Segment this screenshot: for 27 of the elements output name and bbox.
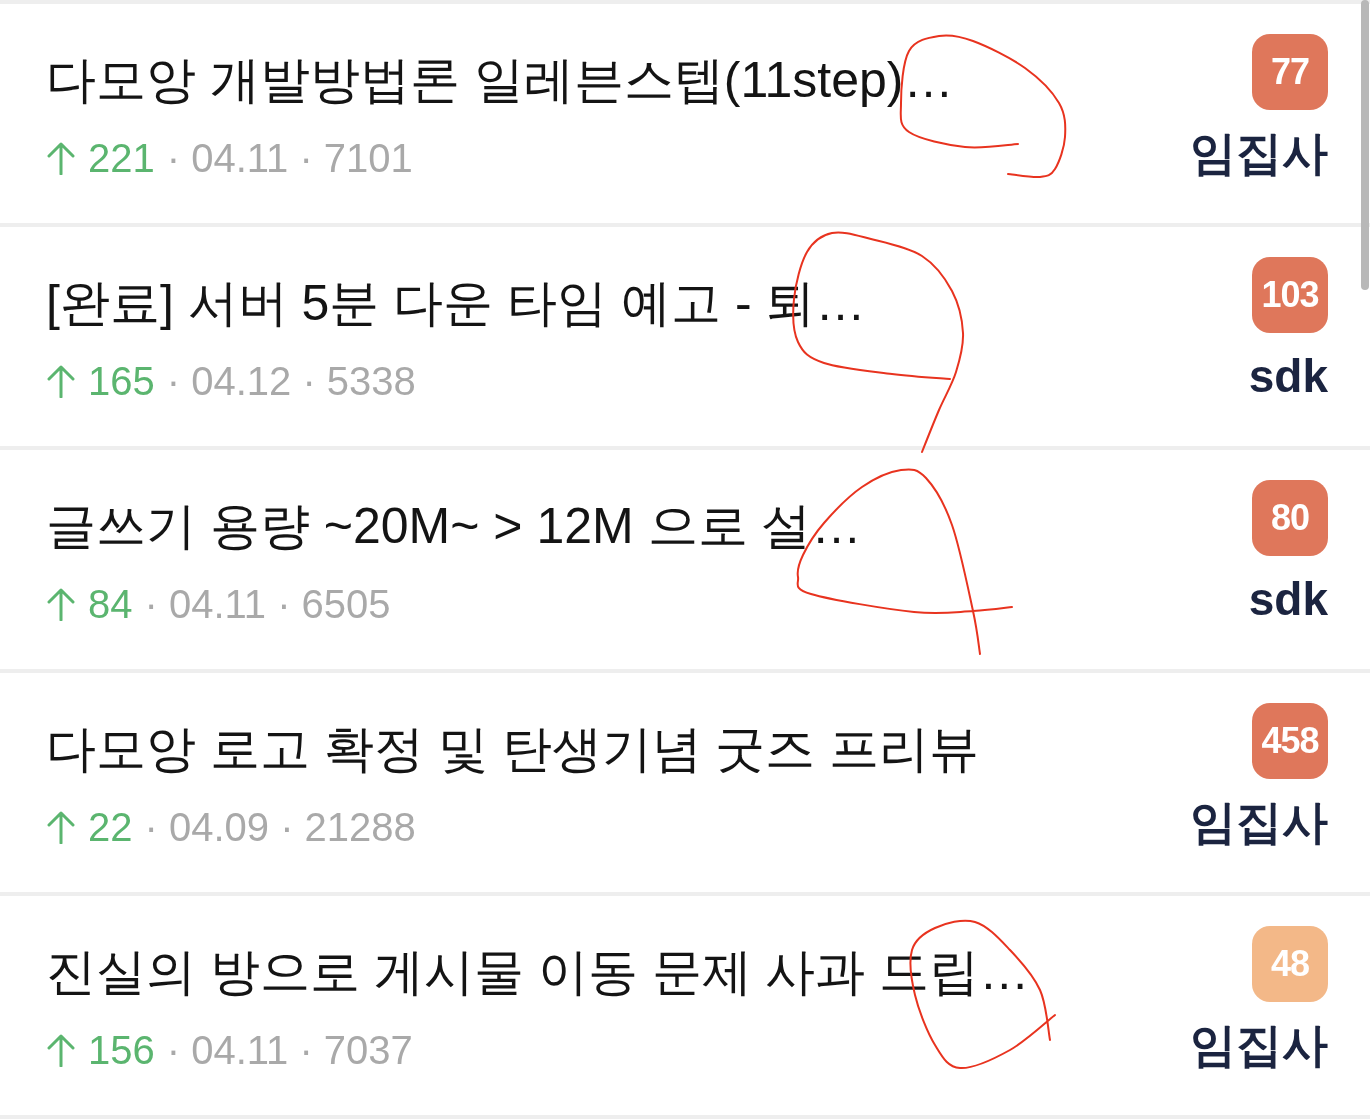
post-meta: · 04.11 · 7101 — [166, 136, 413, 180]
upvote-count: 221 — [88, 136, 155, 180]
up-arrow-icon — [46, 587, 76, 621]
author-name: sdk — [1248, 572, 1328, 626]
up-arrow-icon — [46, 810, 76, 844]
author-name: 임집사 — [1190, 126, 1328, 180]
author-name: 임집사 — [1190, 795, 1328, 849]
comment-count-badge: 80 — [1252, 480, 1328, 556]
post-meta: · 04.09 · 21288 — [144, 805, 416, 849]
up-arrow-icon — [46, 141, 76, 175]
up-arrow-icon — [46, 364, 76, 398]
upvote-count: 22 — [88, 805, 133, 849]
comment-count-badge: 48 — [1252, 926, 1328, 1002]
upvote-count: 84 — [88, 582, 133, 626]
up-arrow-icon — [46, 1033, 76, 1067]
post-title[interactable]: 다모앙 로고 확정 및 탄생기념 굿즈 프리뷰 — [46, 719, 980, 779]
author-name: 임집사 — [1190, 1018, 1328, 1072]
comment-count-badge: 77 — [1252, 34, 1328, 110]
author-name: sdk — [1248, 349, 1328, 403]
scrollbar-thumb[interactable] — [1361, 0, 1369, 290]
post-meta: · 04.12 · 5338 — [166, 359, 416, 403]
post-meta: · 04.11 · 7037 — [166, 1028, 413, 1072]
comment-count-badge: 103 — [1252, 257, 1328, 333]
upvote-count: 165 — [88, 359, 155, 403]
comment-count-badge: 458 — [1252, 703, 1328, 779]
post-meta: · 04.11 · 6505 — [144, 582, 391, 626]
upvote-count: 156 — [88, 1028, 155, 1072]
